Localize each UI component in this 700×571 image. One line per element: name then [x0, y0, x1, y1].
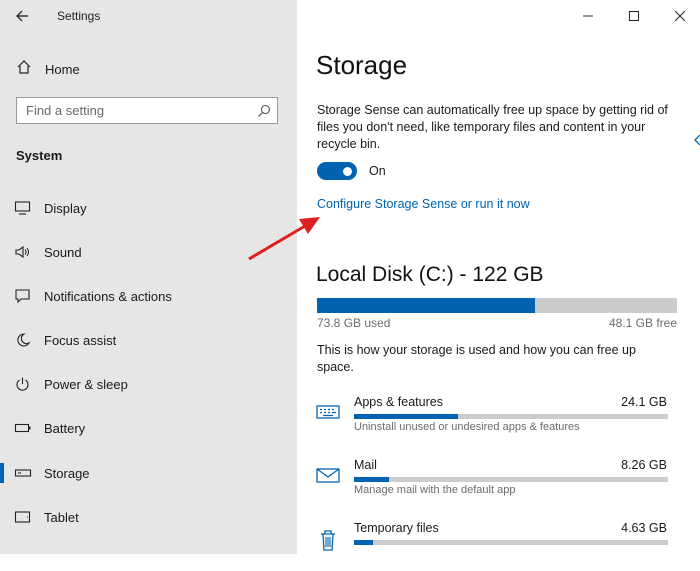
storage-icon	[14, 465, 32, 481]
sidebar-item-label: Notifications & actions	[44, 289, 172, 304]
sidebar-item-label: Tablet	[44, 510, 79, 525]
monitor-icon	[14, 200, 32, 216]
disk-usage-fill	[317, 298, 535, 313]
sidebar-item-label: Power & sleep	[44, 377, 128, 392]
search-icon[interactable]	[257, 104, 271, 123]
window-title: Settings	[57, 9, 101, 23]
sidebar-item-label: Battery	[44, 421, 86, 436]
sidebar-item-label: Storage	[44, 466, 90, 481]
disk-usage-bar	[317, 298, 677, 313]
sidebar-item-focus-assist[interactable]: Focus assist	[0, 322, 297, 358]
configure-storage-sense-link[interactable]: Configure Storage Sense or run it now	[317, 197, 530, 211]
power-icon	[14, 376, 32, 392]
category-size: 24.1 GB	[621, 395, 667, 409]
usage-description: This is how your storage is used and how…	[317, 343, 636, 374]
category-size: 4.63 GB	[621, 521, 667, 535]
mail-icon	[315, 464, 341, 486]
keyboard-icon	[315, 401, 341, 423]
section-heading: System	[16, 148, 63, 163]
sidebar-item-label: Sound	[44, 245, 82, 260]
category-bar	[354, 414, 668, 419]
category-name: Mail	[354, 458, 377, 472]
sidebar-item-label: Focus assist	[44, 333, 117, 348]
speaker-icon	[14, 244, 32, 260]
category-size: 8.26 GB	[621, 458, 667, 472]
moon-icon	[14, 332, 32, 348]
sidebar-item-battery[interactable]: Battery	[0, 410, 297, 446]
category-bar	[354, 477, 668, 482]
home-nav-item[interactable]: Home	[16, 59, 80, 80]
notification-icon	[14, 288, 32, 304]
category-description: Uninstall unused or undesired apps & fea…	[354, 421, 580, 433]
trash-icon	[315, 527, 341, 551]
storage-sense-toggle[interactable]	[317, 162, 357, 180]
category-temporary-files[interactable]: Temporary files 4.63 GB	[297, 521, 700, 571]
storage-sense-description: Storage Sense can automatically free up …	[317, 103, 668, 151]
category-apps-features[interactable]: Apps & features 24.1 GB Uninstall unused…	[297, 395, 700, 445]
category-mail[interactable]: Mail 8.26 GB Manage mail with the defaul…	[297, 458, 700, 508]
category-description: Manage mail with the default app	[354, 484, 516, 496]
resize-edge-marker	[694, 133, 700, 146]
toggle-state-label: On	[369, 164, 386, 178]
annotation-arrow	[245, 210, 325, 265]
sidebar-item-power-sleep[interactable]: Power & sleep	[0, 366, 297, 402]
category-bar-fill	[354, 540, 373, 545]
sidebar-item-storage[interactable]: Storage	[0, 455, 297, 491]
page-title: Storage	[316, 50, 408, 80]
battery-icon	[14, 420, 32, 436]
search-box[interactable]	[16, 97, 278, 124]
category-bar-fill	[354, 414, 458, 419]
sidebar-item-tablet[interactable]: Tablet	[0, 499, 297, 535]
tablet-icon	[14, 509, 32, 525]
disk-used-label: 73.8 GB used	[317, 316, 391, 330]
home-label: Home	[45, 62, 80, 77]
sidebar-item-label: Display	[44, 201, 87, 216]
category-bar	[354, 540, 668, 545]
sidebar-item-notifications[interactable]: Notifications & actions	[0, 278, 297, 314]
disk-free-label: 48.1 GB free	[608, 316, 677, 330]
toggle-knob	[343, 167, 352, 176]
category-name: Temporary files	[354, 521, 439, 535]
disk-title: Local Disk (C:) - 122 GB	[316, 263, 544, 286]
category-name: Apps & features	[354, 395, 443, 409]
back-arrow-icon[interactable]	[12, 6, 34, 26]
category-bar-fill	[354, 477, 389, 482]
home-icon	[16, 59, 32, 80]
search-input[interactable]	[17, 98, 256, 123]
main-panel: Storage Storage Sense can automatically …	[297, 0, 700, 554]
